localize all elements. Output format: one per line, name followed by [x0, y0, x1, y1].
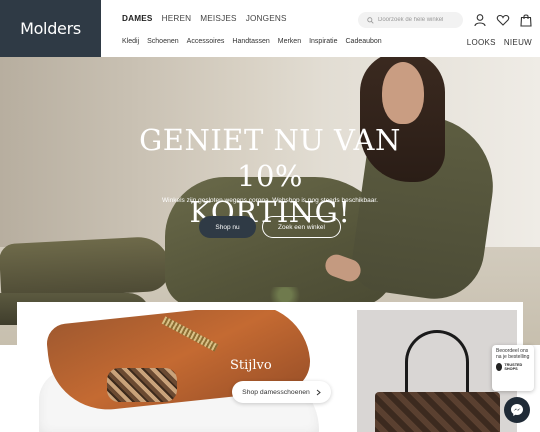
bag-icon[interactable] [519, 13, 533, 27]
chat-button[interactable] [504, 397, 530, 423]
handbag-image [375, 392, 500, 432]
trusted-shops-text: TRUSTED SHOPS [504, 363, 523, 371]
subnav-merken[interactable]: Merken [278, 38, 301, 45]
promo-card-title: Stijlvo [230, 358, 272, 373]
trusted-shops-icon [496, 363, 503, 371]
site-header: Molders DAMES HEREN MEISJES JONGENS Kled… [0, 0, 540, 57]
logo[interactable]: Molders [0, 0, 101, 57]
nav-jongens[interactable]: JONGENS [246, 14, 287, 23]
shop-womens-shoes-label: Shop damesschoenen [242, 388, 310, 396]
hero-image-face [382, 62, 424, 124]
hero-title-line1: GENIET NU VAN 10% [139, 123, 401, 193]
shop-now-button[interactable]: Shop nu [199, 216, 256, 238]
subnav-inspiratie[interactable]: Inspiratie [309, 38, 337, 45]
nav-dames[interactable]: DAMES [122, 14, 153, 23]
user-icon[interactable] [473, 13, 487, 27]
search-icon [367, 16, 374, 24]
subnav-accessoires[interactable]: Accessoires [187, 38, 225, 45]
sub-nav: Kledij Schoenen Accessoires Handtassen M… [122, 38, 382, 45]
heart-icon[interactable] [496, 13, 510, 27]
nav-heren[interactable]: HEREN [162, 14, 192, 23]
chevron-right-icon [316, 389, 321, 395]
nav-looks[interactable]: LOOKS [467, 38, 496, 47]
shop-womens-shoes-button[interactable]: Shop damesschoenen [232, 381, 331, 403]
promo-cards: Stijlvo Shop damesschoenen [17, 302, 523, 432]
main-nav: DAMES HEREN MEISJES JONGENS [122, 14, 287, 23]
find-store-button[interactable]: Zoek een winkel [262, 216, 341, 238]
trusted-shops-logo: TRUSTED SHOPS [496, 363, 530, 371]
right-nav: LOOKS NIEUW [467, 38, 532, 47]
logo-text: Molders [20, 19, 81, 38]
review-badge[interactable]: Beoordeel ons na je bestelling TRUSTED S… [492, 345, 534, 391]
nav-nieuw[interactable]: NIEUW [504, 38, 532, 47]
subnav-handtassen[interactable]: Handtassen [232, 38, 269, 45]
hero-image-flowers [265, 287, 305, 303]
sneaker-image-snake-panel [107, 368, 177, 402]
nav-meisjes[interactable]: MEISJES [200, 14, 236, 23]
subnav-schoenen[interactable]: Schoenen [147, 38, 179, 45]
search-input[interactable] [378, 17, 460, 23]
search-bar[interactable] [358, 12, 463, 28]
subnav-kledij[interactable]: Kledij [122, 38, 139, 45]
promo-card-shoes[interactable]: Stijlvo Shop damesschoenen [25, 310, 347, 432]
messenger-icon [511, 404, 523, 416]
review-badge-text: Beoordeel ons na je bestelling [496, 348, 530, 360]
hero-image-boot [0, 235, 172, 300]
hero-title: GENIET NU VAN 10% KORTING! [110, 122, 430, 230]
subnav-cadeaubon[interactable]: Cadeaubon [346, 38, 382, 45]
hero-subtitle: Winkels zijn gesloten wegens corona. Web… [162, 197, 378, 204]
